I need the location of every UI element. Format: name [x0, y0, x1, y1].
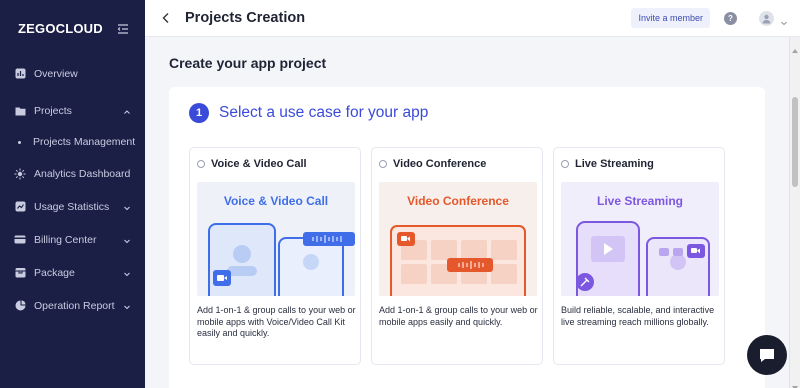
card-header: Video Conference — [379, 158, 486, 170]
step-number-badge: 1 — [189, 103, 209, 123]
package-icon — [14, 267, 26, 279]
main-content: Create your app project 1 Select a use c… — [145, 37, 789, 388]
use-case-card-video-conference[interactable]: Video Conference Video Conference Add 1-… — [371, 147, 543, 365]
sidebar-item-label: Projects Management — [33, 136, 136, 148]
chevron-down-icon — [123, 236, 131, 244]
back-arrow-icon[interactable] — [161, 11, 175, 25]
phones-illustration-icon — [208, 223, 355, 296]
top-bar: Projects Creation Invite a member ? — [145, 0, 800, 37]
use-case-card-live-streaming[interactable]: Live Streaming Live Streaming Build reli… — [553, 147, 725, 365]
sidebar-item-label: Usage Statistics — [34, 200, 110, 213]
card-header: Live Streaming — [561, 158, 654, 170]
sidebar-item-label: Operation Report — [34, 299, 115, 312]
chevron-down-icon — [123, 302, 131, 310]
sidebar-item-label: Package — [34, 266, 75, 279]
card-description: Add 1-on-1 & group calls to your web or … — [379, 305, 538, 327]
sidebar-item-projects-management[interactable]: Projects Management — [0, 127, 145, 157]
card-description: Build reliable, scalable, and interactiv… — [561, 305, 715, 327]
use-case-panel: 1 Select a use case for your app Voice &… — [169, 87, 765, 388]
card-description: Add 1-on-1 & group calls to your web or … — [197, 305, 356, 338]
sidebar-item-operation-report[interactable]: Operation Report — [0, 289, 145, 322]
avatar[interactable] — [759, 10, 774, 26]
collapse-sidebar-icon[interactable] — [117, 22, 129, 34]
report-icon — [14, 300, 26, 312]
card-label: Voice & Video Call — [211, 158, 307, 170]
radio-button[interactable] — [379, 160, 387, 168]
card-header: Voice & Video Call — [197, 158, 307, 170]
vertical-scrollbar[interactable] — [789, 37, 800, 388]
use-case-card-voice-video-call[interactable]: Voice & Video Call Voice & Video Call Ad… — [189, 147, 361, 365]
step-header: 1 Select a use case for your app — [189, 103, 428, 123]
sidebar-item-usage-statistics[interactable]: Usage Statistics — [0, 190, 145, 223]
chevron-up-icon — [123, 107, 131, 115]
radio-button[interactable] — [197, 160, 205, 168]
usage-icon — [14, 201, 26, 213]
video-conference-illustration: Video Conference — [379, 182, 537, 296]
sidebar-item-label: Projects — [34, 104, 72, 117]
sidebar-item-billing-center[interactable]: Billing Center — [0, 223, 145, 256]
conference-screen-illustration-icon — [390, 225, 526, 296]
card-label: Video Conference — [393, 158, 487, 170]
sidebar-item-overview[interactable]: Overview — [0, 57, 145, 90]
sidebar-item-label: Analytics Dashboard — [34, 167, 131, 180]
chevron-down-icon — [123, 203, 131, 211]
sidebar-item-projects[interactable]: Projects — [0, 94, 145, 127]
chevron-down-icon[interactable] — [780, 14, 788, 26]
streaming-phones-illustration-icon — [576, 221, 710, 296]
voice-video-call-illustration: Voice & Video Call — [197, 182, 355, 296]
projects-icon — [14, 105, 26, 117]
radio-button[interactable] — [561, 160, 569, 168]
sidebar-item-label: Overview — [34, 67, 78, 80]
sidebar: ZEGOCLOUD Overview Projects Projects Man… — [0, 0, 145, 388]
live-streaming-illustration: Live Streaming — [561, 182, 719, 296]
card-label: Live Streaming — [575, 158, 654, 170]
analytics-icon — [14, 168, 26, 180]
logo-row: ZEGOCLOUD — [0, 0, 145, 56]
sidebar-item-analytics-dashboard[interactable]: Analytics Dashboard — [0, 157, 145, 190]
section-heading: Create your app project — [169, 55, 327, 71]
chevron-down-icon — [123, 269, 131, 277]
chat-support-button[interactable] — [747, 335, 787, 375]
step-title: Select a use case for your app — [219, 104, 429, 121]
help-icon[interactable]: ? — [724, 11, 737, 25]
page-title: Projects Creation — [185, 10, 306, 26]
billing-icon — [14, 234, 26, 246]
scroll-down-arrow-icon[interactable] — [792, 378, 798, 388]
logo: ZEGOCLOUD — [18, 20, 103, 36]
sidebar-item-package[interactable]: Package — [0, 256, 145, 289]
scroll-up-arrow-icon[interactable] — [792, 41, 798, 53]
overview-icon — [14, 68, 26, 80]
invite-member-button[interactable]: Invite a member — [631, 8, 710, 28]
sidebar-item-label: Billing Center — [34, 233, 97, 246]
bullet-icon — [18, 140, 21, 144]
scrollbar-thumb[interactable] — [792, 97, 798, 187]
chat-icon — [760, 349, 774, 362]
